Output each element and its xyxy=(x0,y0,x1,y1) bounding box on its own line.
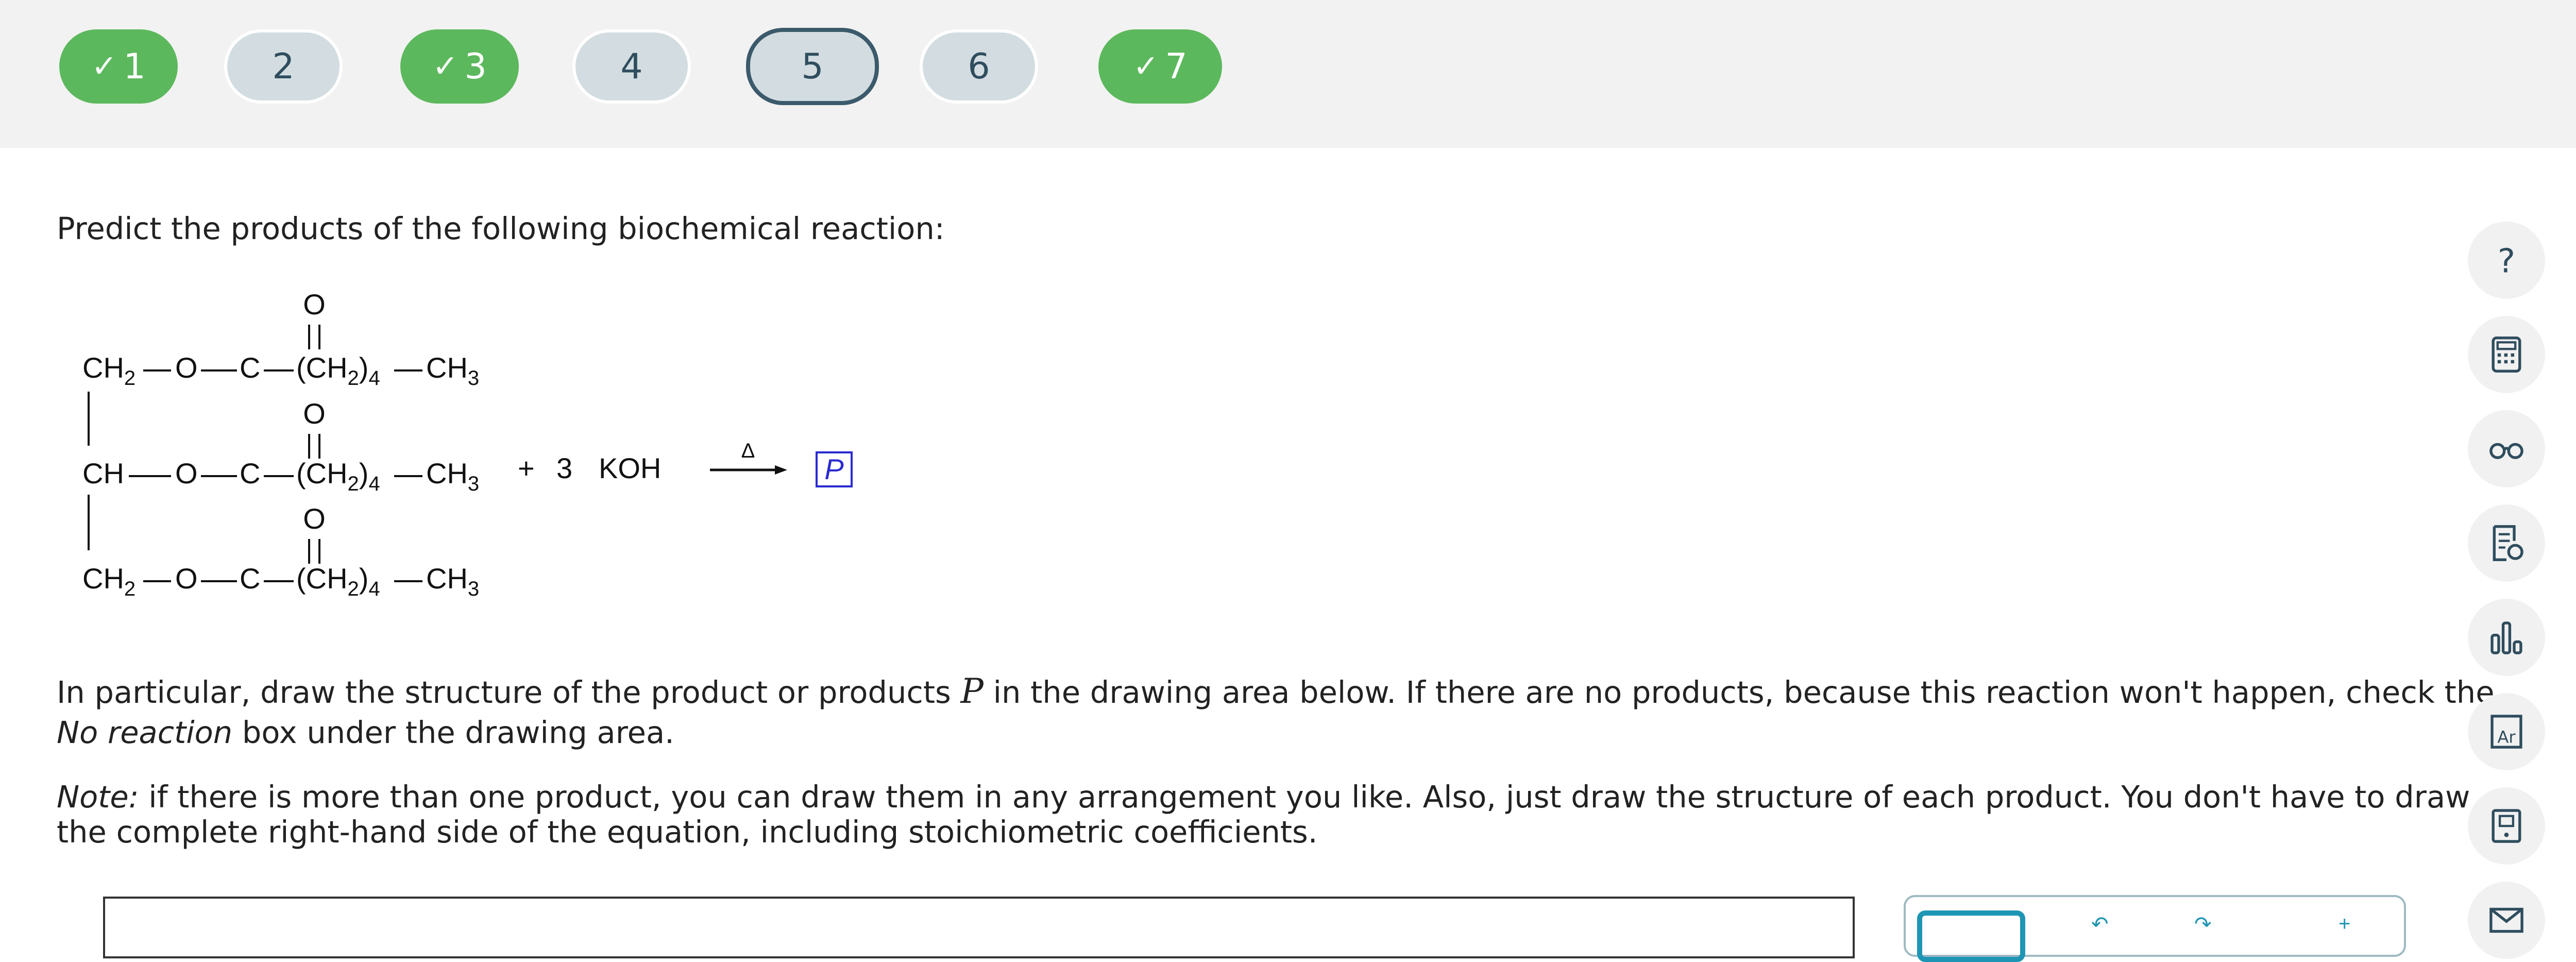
svg-text:Ar: Ar xyxy=(2497,728,2516,747)
calculator-button[interactable] xyxy=(2468,316,2545,393)
ch-group: CH xyxy=(82,457,124,490)
checkmark-icon: ✓ xyxy=(1133,48,1159,85)
koh-reagent: KOH xyxy=(599,452,661,484)
checkmark-icon: ✓ xyxy=(432,48,459,85)
ester-oxygen: O xyxy=(175,562,198,595)
ch3-group: CH3 xyxy=(426,457,479,495)
instructions-text: box under the drawing area. xyxy=(232,715,674,750)
reaction-arrow-head xyxy=(775,465,787,475)
carbonyl-carbon: C xyxy=(240,457,260,490)
data-button[interactable] xyxy=(2468,599,2545,676)
question-5-button[interactable]: 5 xyxy=(746,28,879,105)
ch3-group: CH3 xyxy=(426,562,479,600)
plus-sign: + xyxy=(518,452,535,484)
book-icon xyxy=(2492,809,2521,843)
question-navigation-bar: ✓ 1 2 ✓ 3 4 5 6 ✓ 7 xyxy=(0,0,2576,148)
instructions-line-1: In particular, draw the structure of the… xyxy=(57,671,2495,713)
ester-oxygen: O xyxy=(175,351,198,384)
chain-group: (CH2)4 xyxy=(296,562,380,600)
carbonyl-oxygen: O xyxy=(303,502,326,535)
question-4-button[interactable]: 4 xyxy=(572,29,691,104)
question-number: 2 xyxy=(272,46,295,87)
question-number: 1 xyxy=(123,46,146,87)
carbonyl-oxygen: O xyxy=(303,289,326,320)
instructions-line-2: No reaction box under the drawing area. xyxy=(57,713,674,753)
eraser-tool-button[interactable] xyxy=(1917,910,2025,962)
chain-group: (CH2)4 xyxy=(296,457,380,495)
undo-icon[interactable]: ↶ xyxy=(2091,913,2109,936)
mail-icon xyxy=(2489,907,2523,933)
zoom-in-icon[interactable]: + xyxy=(2338,913,2350,936)
drawing-toolbar: ↶ ↷ + xyxy=(1904,895,2406,962)
help-icon: ? xyxy=(2498,242,2515,281)
question-number: 5 xyxy=(801,46,824,87)
help-button[interactable]: ? xyxy=(2468,222,2545,299)
drawing-area[interactable] xyxy=(103,897,1855,958)
checkmark-icon: ✓ xyxy=(91,48,117,85)
carbonyl-oxygen: O xyxy=(303,397,326,430)
textbook-button[interactable] xyxy=(2468,787,2545,865)
ester-oxygen: O xyxy=(175,457,198,490)
product-label: P xyxy=(824,453,843,485)
heat-condition: Δ xyxy=(741,440,755,462)
explanation-button[interactable] xyxy=(2468,504,2545,582)
question-2-button[interactable]: 2 xyxy=(224,29,343,104)
question-1-button[interactable]: ✓ 1 xyxy=(59,29,178,104)
carbonyl-carbon: C xyxy=(240,562,260,595)
question-number: 7 xyxy=(1165,46,1188,87)
ch3-group: CH3 xyxy=(426,351,479,390)
document-lightbulb-icon xyxy=(2493,525,2523,561)
question-number: 3 xyxy=(464,46,487,87)
note-line-2: the complete right-hand side of the equa… xyxy=(57,814,1318,850)
question-number: 6 xyxy=(968,46,990,87)
instructions-text: in the drawing area below. If there are … xyxy=(983,674,2495,710)
message-button[interactable] xyxy=(2468,882,2545,959)
reader-button[interactable] xyxy=(2468,410,2545,487)
chain-group: (CH2)4 xyxy=(296,351,380,390)
periodic-table-icon: Ar xyxy=(2490,715,2522,749)
glasses-icon xyxy=(2489,443,2523,459)
carbonyl-carbon: C xyxy=(240,351,260,384)
periodic-table-button[interactable]: Ar xyxy=(2468,693,2545,770)
koh-coefficient: 3 xyxy=(556,452,572,484)
question-3-button[interactable]: ✓ 3 xyxy=(400,29,519,104)
question-6-button[interactable]: 6 xyxy=(920,29,1038,104)
ch2-group: CH2 xyxy=(82,351,135,390)
question-7-button[interactable]: ✓ 7 xyxy=(1098,29,1222,104)
product-variable: P xyxy=(960,671,984,711)
redo-icon[interactable]: ↷ xyxy=(2194,913,2212,936)
note-line-1: Note: if there is more than one product,… xyxy=(57,777,2470,817)
question-prompt: Predict the products of the following bi… xyxy=(57,211,945,246)
note-text: if there is more than one product, you c… xyxy=(139,779,2470,815)
ch2-group: CH2 xyxy=(82,562,135,600)
note-label: Note: xyxy=(57,779,139,815)
bar-chart-icon xyxy=(2490,621,2522,654)
no-reaction-term: No reaction xyxy=(57,715,233,750)
question-number: 4 xyxy=(620,46,643,87)
reaction-equation: O CH2 O C (CH2)4 CH3 O CH O C (CH2)4 CH3… xyxy=(82,289,853,600)
instructions-text: In particular, draw the structure of the… xyxy=(57,674,961,710)
svg-text:?: ? xyxy=(2498,242,2515,281)
calculator-icon xyxy=(2492,336,2521,373)
